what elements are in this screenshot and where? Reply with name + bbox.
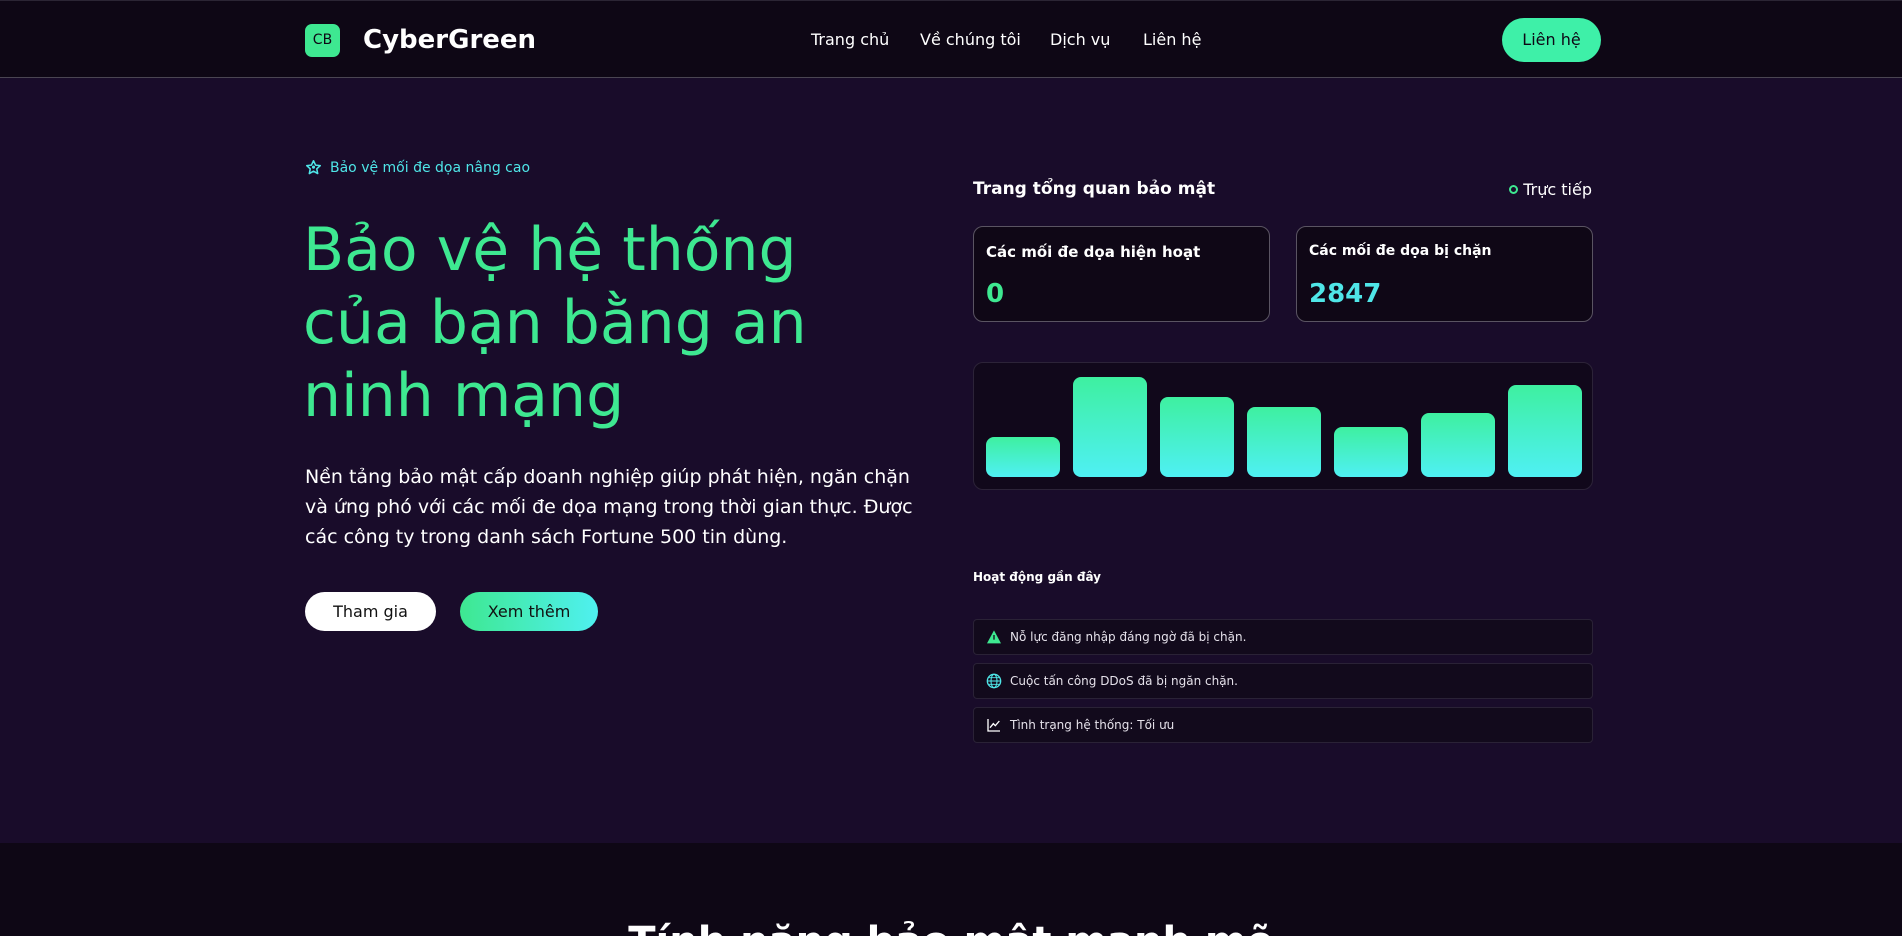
- recent-activity-title: Hoạt động gần đây: [973, 570, 1101, 584]
- line-chart-icon: [987, 719, 1000, 732]
- hero-title: Bảo vệ hệ thống của bạn bằng an ninh mạn…: [303, 215, 807, 431]
- threat-bar-chart: [973, 362, 1593, 490]
- chart-bar: [1334, 427, 1408, 477]
- warning-triangle-icon: [987, 630, 1001, 644]
- logo-icon[interactable]: CB: [305, 24, 340, 57]
- activity-text: Tình trạng hệ thống: Tối ưu: [1010, 718, 1175, 732]
- top-navbar: CB CyberGreen Trang chủ Về chúng tôi Dịc…: [0, 0, 1902, 78]
- chart-bar: [1421, 413, 1495, 477]
- stat-card-blocked-threats: Các mối đe dọa bị chặn 2847: [1296, 226, 1593, 322]
- live-label: Trực tiếp: [1523, 180, 1592, 199]
- chart-bar: [1160, 397, 1234, 477]
- hero-badge: Bảo vệ mối đe dọa nâng cao: [305, 159, 530, 176]
- chart-bar: [986, 437, 1060, 477]
- stat-value: 2847: [1309, 279, 1382, 309]
- nav-link-about[interactable]: Về chúng tôi: [920, 29, 1021, 51]
- join-button[interactable]: Tham gia: [305, 592, 436, 631]
- nav-link-contact[interactable]: Liên hệ: [1143, 29, 1201, 51]
- nav-link-services[interactable]: Dịch vụ: [1050, 29, 1110, 51]
- stat-card-active-threats: Các mối đe dọa hiện hoạt 0: [973, 226, 1270, 322]
- chart-bar: [1073, 377, 1147, 477]
- stat-value: 0: [986, 279, 1005, 309]
- stat-label: Các mối đe dọa bị chặn: [1309, 243, 1492, 259]
- brand-name[interactable]: CyberGreen: [363, 23, 536, 57]
- chart-bar: [1508, 385, 1582, 477]
- activity-item: Tình trạng hệ thống: Tối ưu: [973, 707, 1593, 743]
- hero-badge-text: Bảo vệ mối đe dọa nâng cao: [330, 159, 531, 176]
- hero-description: Nền tảng bảo mật cấp doanh nghiệp giúp p…: [305, 466, 913, 548]
- contact-button[interactable]: Liên hệ: [1502, 18, 1601, 62]
- stat-label: Các mối đe dọa hiện hoạt: [986, 243, 1201, 261]
- chart-bar: [1247, 407, 1321, 477]
- live-dot-icon: [1509, 185, 1519, 194]
- live-indicator: Trực tiếp: [1509, 180, 1592, 199]
- star-icon: [305, 159, 322, 175]
- activity-text: Cuộc tấn công DDoS đã bị ngăn chặn.: [1010, 674, 1238, 688]
- activity-text: Nỗ lực đăng nhập đáng ngờ đã bị chặn.: [1010, 630, 1247, 644]
- nav-link-home[interactable]: Trang chủ: [811, 29, 889, 51]
- features-heading: Tính năng bảo mật mạnh mẽ: [0, 918, 1902, 936]
- dashboard-title: Trang tổng quan bảo mật: [973, 179, 1216, 199]
- activity-item: Nỗ lực đăng nhập đáng ngờ đã bị chặn.: [973, 619, 1593, 655]
- globe-icon: [986, 673, 1002, 689]
- learn-more-button[interactable]: Xem thêm: [460, 592, 598, 631]
- activity-item: Cuộc tấn công DDoS đã bị ngăn chặn.: [973, 663, 1593, 699]
